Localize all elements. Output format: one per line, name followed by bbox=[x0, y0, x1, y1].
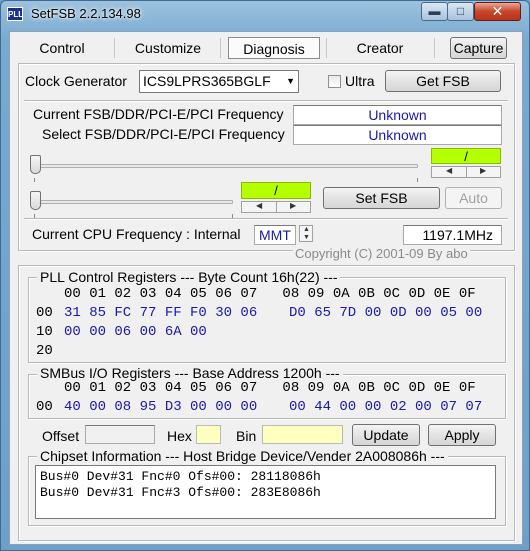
divider bbox=[24, 100, 508, 101]
chipset-info-line: Bus#0 Dev#31 Fnc#0 Ofs#00: 28118086h bbox=[40, 469, 321, 484]
tab-bar: Control Customize Diagnosis Creator Capt… bbox=[10, 32, 522, 62]
close-button[interactable]: ✕ bbox=[474, 2, 521, 21]
smbus-column-header: 00 01 02 03 04 05 06 07 08 09 0A 0B 0C 0… bbox=[64, 380, 476, 396]
select-frequency-label: Select FSB/DDR/PCI-E/PCI Frequency bbox=[42, 126, 285, 142]
fsb-slider-ticks bbox=[34, 178, 418, 182]
current-frequency-value: Unknown bbox=[293, 105, 502, 125]
window-title: SetFSB 2.2.134.98 bbox=[31, 6, 141, 21]
minimize-button[interactable]: ▬ bbox=[421, 2, 448, 21]
smbus-row-high[interactable]: 00 44 00 00 02 00 07 07 bbox=[289, 399, 482, 415]
divider bbox=[24, 218, 508, 219]
pci-slider-readout: / bbox=[241, 182, 311, 199]
client-area: Control Customize Diagnosis Creator Capt… bbox=[9, 31, 523, 545]
spin-left-icon[interactable]: ◀ bbox=[256, 201, 262, 210]
tab-separator bbox=[326, 38, 327, 58]
pci-slider-track[interactable] bbox=[34, 200, 233, 204]
hex-label: Hex bbox=[167, 428, 192, 444]
hex-field[interactable] bbox=[196, 425, 221, 444]
chipset-info-title: Chipset Information --- Host Bridge Devi… bbox=[37, 448, 448, 464]
get-fsb-button[interactable]: Get FSB bbox=[385, 70, 501, 92]
spin-down-icon[interactable]: ▼ bbox=[303, 234, 310, 241]
spin-divider bbox=[466, 167, 467, 177]
pll-row-low[interactable]: 00 00 06 00 6A 00 bbox=[64, 324, 207, 340]
bin-label: Bin bbox=[236, 428, 257, 444]
pll-row-addr: 00 bbox=[36, 305, 53, 321]
clock-generator-label: Clock Generator bbox=[25, 73, 127, 89]
spin-right-icon[interactable]: ▶ bbox=[290, 201, 296, 210]
pll-column-header: 00 01 02 03 04 05 06 07 08 09 0A 0B 0C 0… bbox=[64, 286, 476, 302]
minimize-icon: ▬ bbox=[428, 4, 441, 18]
cpu-mode-field[interactable]: MMT bbox=[254, 225, 296, 245]
current-frequency-label: Current FSB/DDR/PCI-E/PCI Frequency bbox=[33, 106, 284, 122]
smbus-row-low[interactable]: 40 00 08 95 D3 00 00 00 bbox=[64, 399, 257, 415]
app-icon: PLL bbox=[7, 7, 23, 21]
pll-row-low[interactable]: 31 85 FC 77 FF F0 30 06 bbox=[64, 305, 257, 321]
ultra-label: Ultra bbox=[345, 73, 375, 89]
auto-button[interactable]: Auto bbox=[445, 187, 502, 209]
spin-up-icon[interactable]: ▲ bbox=[303, 226, 310, 233]
close-icon: ✕ bbox=[491, 3, 504, 19]
pll-row-addr: 20 bbox=[36, 343, 53, 359]
cpu-frequency-value: 1197.1MHz bbox=[403, 225, 502, 245]
smbus-registers-title: SMBus I/O Registers --- Base Address 120… bbox=[37, 365, 343, 381]
maximize-button[interactable]: □ bbox=[447, 2, 474, 21]
clock-generator-select[interactable]: ICS9LPRS365BGLF ▼ bbox=[139, 70, 299, 93]
tab-control[interactable]: Control bbox=[20, 37, 104, 59]
clock-generator-value: ICS9LPRS365BGLF bbox=[143, 73, 271, 89]
title-bar[interactable]: PLL SetFSB 2.2.134.98 ▬ □ ✕ bbox=[1, 1, 529, 29]
copyright-text: Copyright (C) 2001-09 By abo bbox=[293, 246, 470, 261]
tab-separator bbox=[220, 38, 221, 58]
tab-diagnosis[interactable]: Diagnosis bbox=[228, 37, 320, 59]
pci-slider-spin[interactable]: ◀ ▶ bbox=[241, 201, 311, 213]
set-fsb-button[interactable]: Set FSB bbox=[323, 187, 440, 209]
ultra-checkbox[interactable] bbox=[328, 75, 341, 88]
select-frequency-value: Unknown bbox=[293, 125, 502, 145]
pll-row-addr: 10 bbox=[36, 324, 53, 340]
fsb-slider-readout: / bbox=[431, 148, 501, 164]
cpu-frequency-label: Current CPU Frequency : Internal bbox=[32, 226, 241, 242]
bin-field[interactable] bbox=[262, 425, 343, 444]
tab-separator bbox=[114, 38, 115, 58]
spin-divider bbox=[276, 202, 277, 212]
chipset-info-line: Bus#0 Dev#31 Fnc#3 Ofs#00: 283E8086h bbox=[40, 485, 321, 500]
tab-creator[interactable]: Creator bbox=[340, 37, 420, 59]
capture-button[interactable]: Capture bbox=[450, 37, 507, 59]
spin-right-icon[interactable]: ▶ bbox=[480, 166, 486, 175]
maximize-icon: □ bbox=[456, 4, 465, 18]
tab-separator bbox=[434, 38, 435, 58]
pll-row-high[interactable]: D0 65 7D 00 0D 00 05 00 bbox=[289, 305, 482, 321]
fsb-slider-track[interactable] bbox=[34, 164, 418, 168]
apply-button[interactable]: Apply bbox=[428, 424, 496, 446]
chipset-info-textbox[interactable]: Bus#0 Dev#31 Fnc#0 Ofs#00: 28118086h Bus… bbox=[35, 465, 496, 519]
tab-customize[interactable]: Customize bbox=[122, 37, 214, 59]
chevron-down-icon: ▼ bbox=[286, 76, 295, 86]
update-button[interactable]: Update bbox=[352, 424, 420, 446]
smbus-row-addr: 00 bbox=[36, 399, 53, 415]
fsb-slider-thumb[interactable] bbox=[30, 155, 41, 174]
setfsb-window: PLL SetFSB 2.2.134.98 ▬ □ ✕ Control Cust… bbox=[0, 0, 530, 551]
offset-label: Offset bbox=[42, 428, 80, 444]
pll-registers-title: PLL Control Registers --- Byte Count 16h… bbox=[37, 269, 341, 285]
fsb-slider-spin[interactable]: ◀ ▶ bbox=[431, 166, 501, 178]
cpu-mode-spinner[interactable]: ▲ ▼ bbox=[299, 225, 313, 242]
pci-slider-thumb[interactable] bbox=[30, 191, 41, 210]
offset-field[interactable] bbox=[85, 425, 155, 444]
spin-left-icon[interactable]: ◀ bbox=[446, 166, 452, 175]
